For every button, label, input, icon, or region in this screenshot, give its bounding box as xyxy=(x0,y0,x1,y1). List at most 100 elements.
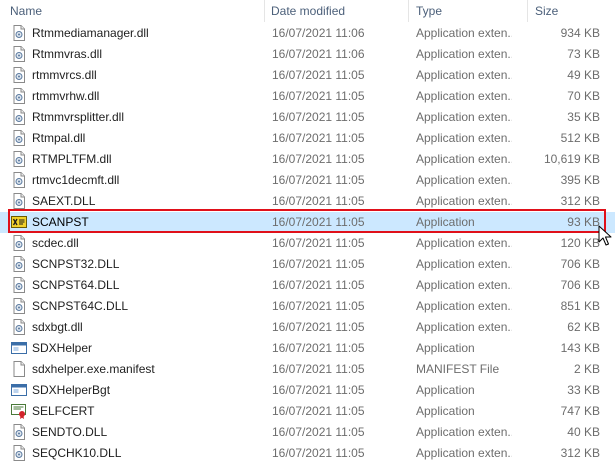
file-row[interactable]: Rtmmvrsplitter.dll 16/07/2021 11:05 Applic… xyxy=(0,107,615,128)
file-row[interactable]: rtmvc1decmft.dll 16/07/2021 11:05 Applicat… xyxy=(0,170,615,191)
file-type: Application xyxy=(416,215,475,229)
column-divider[interactable] xyxy=(408,0,409,22)
file-type: MANIFEST File xyxy=(416,362,500,376)
file-type: Application exten... xyxy=(416,299,512,313)
file-size: 395 KB xyxy=(560,173,600,187)
file-date-modified: 16/07/2021 11:05 xyxy=(272,194,365,208)
file-type: Application exten... xyxy=(416,47,512,61)
file-row[interactable]: SENDTO.DLL 16/07/2021 11:05 Application ex… xyxy=(0,422,615,443)
file-type: Application xyxy=(416,404,475,418)
file-row[interactable]: SDXHelperBgt 16/07/2021 11:05 Application 3… xyxy=(0,380,615,401)
file-size: 312 KB xyxy=(560,446,600,460)
mouse-cursor-icon xyxy=(598,225,612,246)
file-list-view: Name Date modified Type Size Rtmmediaman… xyxy=(0,0,615,474)
file-date-modified: 16/07/2021 11:06 xyxy=(272,47,365,61)
column-header-date-modified[interactable]: Date modified xyxy=(271,0,345,22)
file-name: SCNPST64.DLL xyxy=(32,278,120,292)
file-type: Application xyxy=(416,383,475,397)
column-header-type[interactable]: Type xyxy=(416,0,442,22)
file-row[interactable]: sdxbgt.dll 16/07/2021 11:05 Application ex… xyxy=(0,317,615,338)
column-divider[interactable] xyxy=(527,0,528,22)
file-name: SENDTO.DLL xyxy=(32,425,108,439)
file-size: 2 KB xyxy=(573,362,600,376)
dll-gear-icon xyxy=(11,151,27,167)
dll-gear-icon xyxy=(11,298,27,314)
column-header-size[interactable]: Size xyxy=(535,0,558,22)
file-row[interactable]: SCNPST32.DLL 16/07/2021 11:05 Application … xyxy=(0,254,615,275)
dll-gear-icon xyxy=(11,424,27,440)
dll-gear-icon xyxy=(11,46,27,62)
file-name: rtmvc1decmft.dll xyxy=(32,173,120,187)
file-name: RTMPLTFM.dll xyxy=(32,152,112,166)
file-row[interactable]: SDXHelper 16/07/2021 11:05 Application 143 … xyxy=(0,338,615,359)
file-size: 35 KB xyxy=(567,110,600,124)
file-row[interactable]: sdxhelper.exe.manifest 16/07/2021 11:05 MA… xyxy=(0,359,615,380)
file-name: rtmmvrcs.dll xyxy=(32,68,97,82)
file-type: Application exten... xyxy=(416,278,512,292)
file-row[interactable]: Rtmpal.dll 16/07/2021 11:05 Application ex… xyxy=(0,128,615,149)
file-name: sdxbgt.dll xyxy=(32,320,83,334)
file-row[interactable]: SAEXT.DLL 16/07/2021 11:05 Application ext… xyxy=(0,191,615,212)
file-size: 120 KB xyxy=(560,236,600,250)
file-date-modified: 16/07/2021 11:05 xyxy=(272,173,365,187)
file-name: rtmmvrhw.dll xyxy=(32,89,100,103)
file-name: sdxhelper.exe.manifest xyxy=(32,362,155,376)
file-date-modified: 16/07/2021 11:05 xyxy=(272,152,365,166)
file-size: 747 KB xyxy=(560,404,600,418)
dll-gear-icon xyxy=(11,88,27,104)
file-name: Rtmmvras.dll xyxy=(32,47,103,61)
certificate-app-icon xyxy=(11,403,27,419)
dll-gear-icon xyxy=(11,25,27,41)
file-name: SELFCERT xyxy=(32,404,95,418)
file-size: 312 KB xyxy=(560,194,600,208)
file-date-modified: 16/07/2021 11:05 xyxy=(272,362,365,376)
file-name: SDXHelperBgt xyxy=(32,383,111,397)
file-size: 934 KB xyxy=(560,26,600,40)
file-row[interactable]: RTMPLTFM.dll 16/07/2021 11:05 Application … xyxy=(0,149,615,170)
file-type: Application exten... xyxy=(416,194,512,208)
file-date-modified: 16/07/2021 11:05 xyxy=(272,110,365,124)
file-date-modified: 16/07/2021 11:05 xyxy=(272,299,365,313)
column-divider[interactable] xyxy=(264,0,265,22)
dll-gear-icon xyxy=(11,277,27,293)
file-type: Application exten... xyxy=(416,131,512,145)
file-date-modified: 16/07/2021 11:05 xyxy=(272,89,365,103)
file-size: 706 KB xyxy=(560,278,600,292)
file-date-modified: 16/07/2021 11:06 xyxy=(272,26,365,40)
file-name: SCANPST xyxy=(32,215,89,229)
file-row[interactable]: rtmmvrcs.dll 16/07/2021 11:05 Application … xyxy=(0,65,615,86)
file-row-selected[interactable]: SCANPST 16/07/2021 11:05 Application 93 KB xyxy=(0,212,615,233)
file-size: 93 KB xyxy=(567,215,600,229)
file-size: 143 KB xyxy=(560,341,600,355)
app-window-icon xyxy=(11,382,27,398)
file-row[interactable]: scdec.dll 16/07/2021 11:05 Application ext… xyxy=(0,233,615,254)
file-type: Application xyxy=(416,341,475,355)
file-size: 73 KB xyxy=(567,47,600,61)
file-date-modified: 16/07/2021 11:05 xyxy=(272,404,365,418)
file-row[interactable]: rtmmvrhw.dll 16/07/2021 11:05 Application … xyxy=(0,86,615,107)
file-date-modified: 16/07/2021 11:05 xyxy=(272,236,365,250)
file-size: 70 KB xyxy=(567,89,600,103)
file-type: Application exten... xyxy=(416,236,512,250)
file-row[interactable]: SELFCERT 16/07/2021 11:05 Application 747 K… xyxy=(0,401,615,422)
file-row[interactable]: Rtmmvras.dll 16/07/2021 11:06 Application … xyxy=(0,44,615,65)
dll-gear-icon xyxy=(11,256,27,272)
file-row[interactable]: Rtmmediamanager.dll 16/07/2021 11:06 Appli… xyxy=(0,23,615,44)
column-header-name[interactable]: Name xyxy=(10,0,42,22)
file-row[interactable]: SCNPST64C.DLL 16/07/2021 11:05 Application… xyxy=(0,296,615,317)
file-type: Application exten... xyxy=(416,446,512,460)
file-name: SAEXT.DLL xyxy=(32,194,96,208)
file-name: SCNPST32.DLL xyxy=(32,257,120,271)
dll-gear-icon xyxy=(11,109,27,125)
file-date-modified: 16/07/2021 11:05 xyxy=(272,425,365,439)
file-size: 706 KB xyxy=(560,257,600,271)
file-type: Application exten... xyxy=(416,257,512,271)
file-type: Application exten... xyxy=(416,320,512,334)
file-row[interactable]: SEQCHK10.DLL 16/07/2021 11:05 Application … xyxy=(0,443,615,464)
file-row[interactable]: SCNPST64.DLL 16/07/2021 11:05 Application … xyxy=(0,275,615,296)
file-date-modified: 16/07/2021 11:05 xyxy=(272,215,365,229)
dll-gear-icon xyxy=(11,445,27,461)
file-size: 851 KB xyxy=(560,299,600,313)
dll-gear-icon xyxy=(11,193,27,209)
blank-document-icon xyxy=(11,361,27,377)
